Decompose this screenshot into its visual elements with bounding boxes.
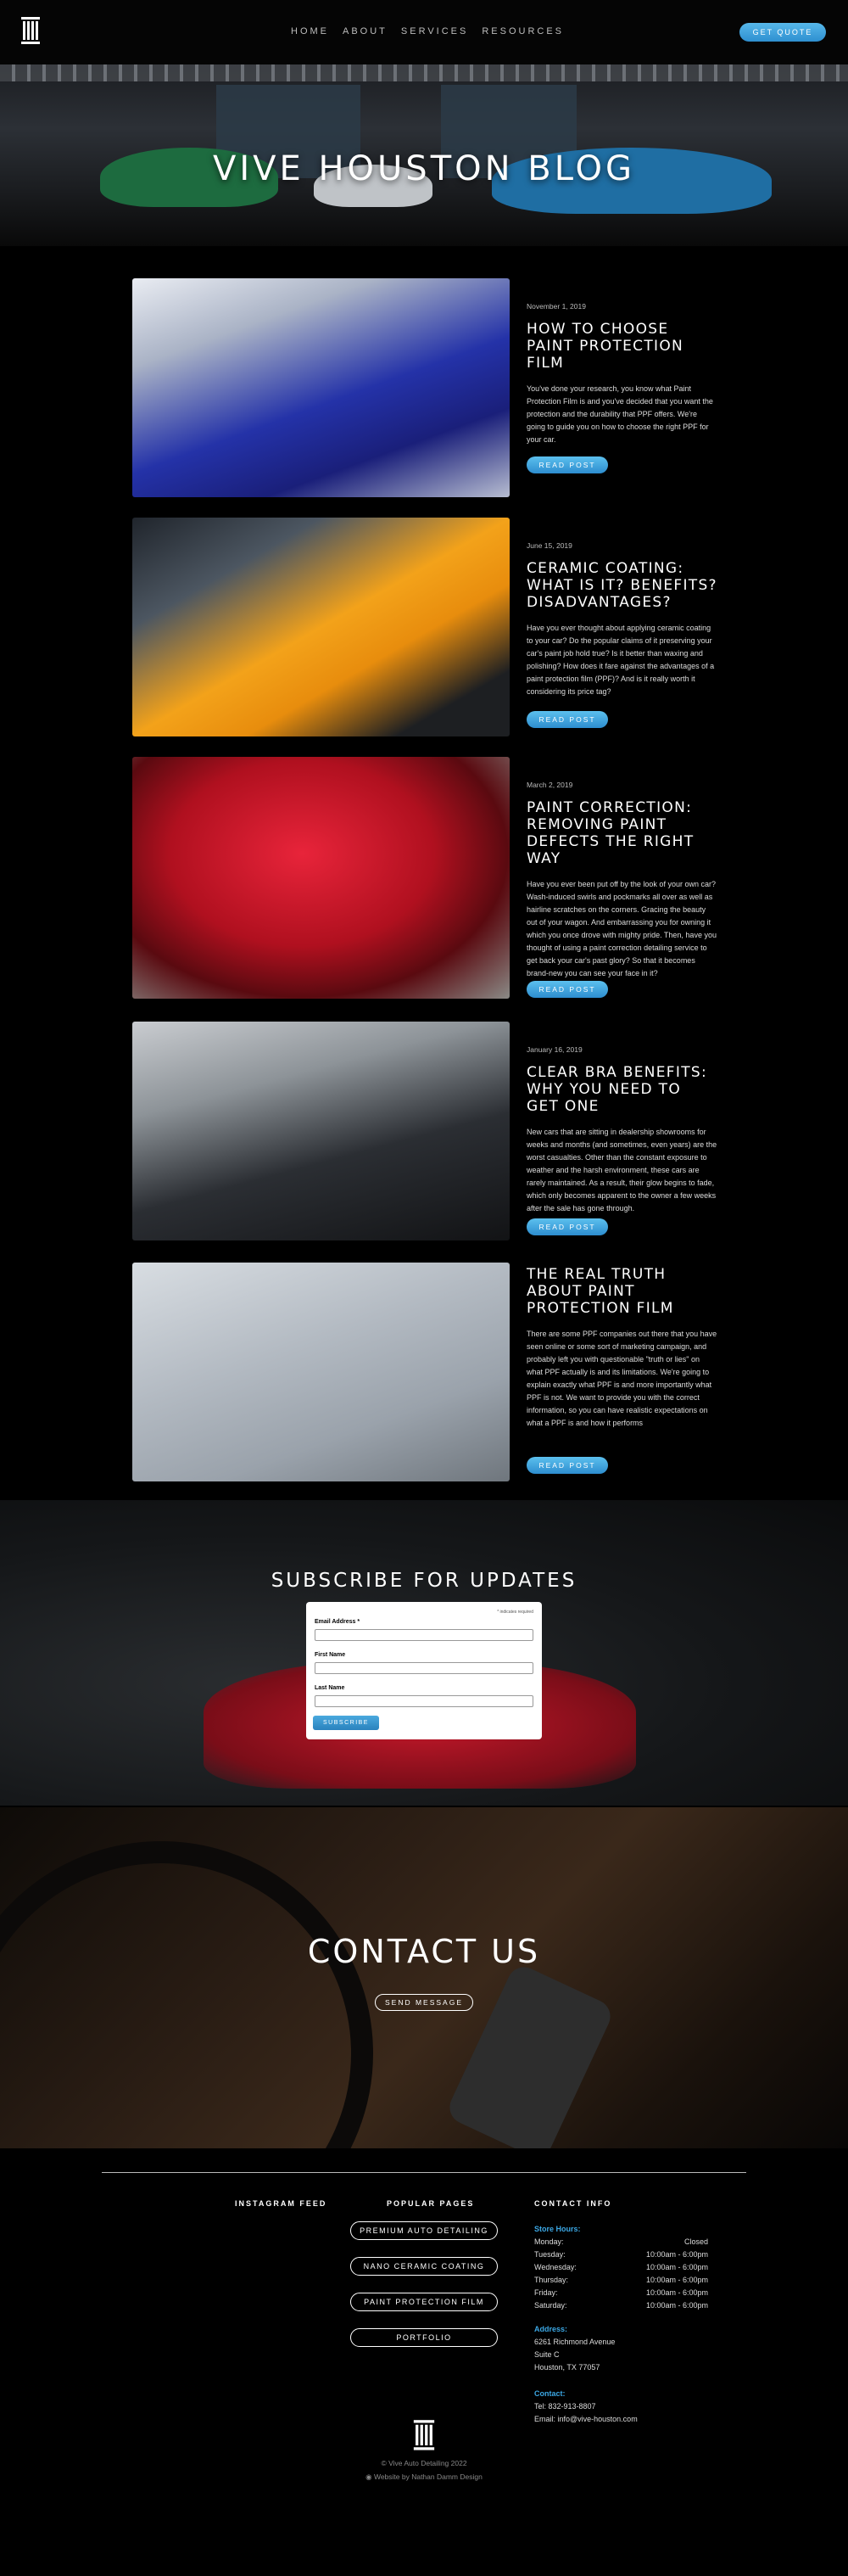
contact-section: CONTACT US SEND MESSAGE bbox=[0, 1807, 848, 2148]
top-nav: HOME ABOUT SERVICES RESOURCES GET QUOTE bbox=[0, 0, 848, 64]
blog-post: June 15, 2019 CERAMIC COATING: WHAT IS I… bbox=[132, 518, 717, 736]
read-post-button[interactable]: READ POST bbox=[527, 456, 608, 473]
post-date: January 16, 2019 bbox=[527, 1045, 583, 1054]
nav-services[interactable]: SERVICES bbox=[401, 26, 468, 36]
post-date: March 2, 2019 bbox=[527, 781, 573, 789]
footer-link-ppf[interactable]: PAINT PROTECTION FILM bbox=[350, 2293, 498, 2311]
blog-post: November 1, 2019 HOW TO CHOOSE PAINT PRO… bbox=[132, 278, 717, 497]
post-title[interactable]: PAINT CORRECTION: REMOVING PAINT DEFECTS… bbox=[527, 799, 717, 867]
steering-wheel bbox=[0, 1841, 373, 2148]
email-field[interactable] bbox=[315, 1629, 533, 1641]
subscribe-section: SUBSCRIBE FOR UPDATES * indicates requir… bbox=[0, 1500, 848, 1806]
address-label: Address: bbox=[534, 2325, 568, 2333]
hero-title: VIVE HOUSTON BLOG bbox=[212, 149, 636, 188]
post-image[interactable] bbox=[132, 518, 510, 736]
read-post-button[interactable]: READ POST bbox=[527, 981, 608, 998]
post-date: June 15, 2019 bbox=[527, 541, 572, 550]
contact-label: Contact: bbox=[534, 2389, 566, 2398]
send-message-button[interactable]: SEND MESSAGE bbox=[375, 1994, 473, 2011]
post-excerpt: New cars that are sitting in dealership … bbox=[527, 1128, 717, 1212]
hours-row: Thursday: 10:00am - 6:00pm bbox=[534, 2276, 708, 2284]
nav-resources[interactable]: RESOURCES bbox=[482, 26, 564, 36]
address-block: Address: 6261 Richmond Avenue Suite C Ho… bbox=[534, 2323, 615, 2374]
instagram-heading: INSTAGRAM FEED bbox=[235, 2199, 327, 2208]
blog-post: March 2, 2019 PAINT CORRECTION: REMOVING… bbox=[132, 757, 717, 999]
blog-post: January 16, 2019 CLEAR BRA BENEFITS: WHY… bbox=[132, 1022, 717, 1240]
hours-row: Wednesday: 10:00am - 6:00pm bbox=[534, 2263, 708, 2271]
contact-title: CONTACT US bbox=[307, 1933, 541, 1970]
hours-row: Monday: Closed bbox=[534, 2237, 708, 2246]
vive-logo[interactable] bbox=[19, 15, 42, 48]
post-excerpt: There are some PPF companies out there t… bbox=[527, 1330, 717, 1427]
ceiling-lights bbox=[0, 64, 848, 81]
email-link[interactable]: Email: info@vive-houston.com bbox=[534, 2413, 638, 2426]
footer-link-ceramic-coating[interactable]: NANO CERAMIC COATING bbox=[350, 2257, 498, 2276]
last-name-field[interactable] bbox=[315, 1695, 533, 1707]
footer-link-premium-detailing[interactable]: PREMIUM AUTO DETAILING bbox=[350, 2221, 498, 2240]
contact-info-heading: CONTACT INFO bbox=[534, 2199, 612, 2208]
post-title[interactable]: CERAMIC COATING: WHAT IS IT? BENEFITS? D… bbox=[527, 560, 717, 611]
email-label: Email Address * bbox=[315, 1619, 360, 1625]
post-excerpt: You've done your research, you know what… bbox=[527, 384, 713, 444]
designer-icon: ◉ bbox=[365, 2472, 374, 2481]
hours-label: Store Hours: bbox=[534, 2225, 581, 2233]
post-excerpt: Have you ever thought about applying cer… bbox=[527, 624, 715, 696]
post-image[interactable] bbox=[132, 278, 510, 497]
read-post-button[interactable]: READ POST bbox=[527, 711, 608, 728]
required-note: * indicates required bbox=[497, 1610, 533, 1615]
main-menu: HOME ABOUT SERVICES RESOURCES bbox=[291, 26, 564, 36]
post-excerpt: Have you ever been put off by the look o… bbox=[527, 880, 717, 977]
hours-row: Saturday: 10:00am - 6:00pm bbox=[534, 2301, 708, 2310]
post-title[interactable]: THE REAL TRUTH ABOUT PAINT PROTECTION FI… bbox=[527, 1266, 717, 1317]
contact-block: Contact: Tel: 832-913-8807 Email: info@v… bbox=[534, 2388, 638, 2426]
post-date: November 1, 2019 bbox=[527, 302, 586, 311]
post-title[interactable]: CLEAR BRA BENEFITS: WHY YOU NEED TO GET … bbox=[527, 1064, 717, 1115]
copyright: © Vive Auto Detailing 2022 bbox=[381, 2459, 467, 2467]
address-line: Suite C bbox=[534, 2350, 560, 2359]
footer: INSTAGRAM FEED POPULAR PAGES CONTACT INF… bbox=[0, 2148, 848, 2576]
first-name-label: First Name bbox=[315, 1652, 346, 1658]
post-image[interactable] bbox=[132, 1022, 510, 1240]
blog-post: THE REAL TRUTH ABOUT PAINT PROTECTION FI… bbox=[132, 1263, 717, 1481]
footer-divider bbox=[102, 2172, 746, 2173]
subscribe-title: SUBSCRIBE FOR UPDATES bbox=[271, 1570, 577, 1592]
hours-row: Friday: 10:00am - 6:00pm bbox=[534, 2288, 708, 2297]
address-line: 6261 Richmond Avenue bbox=[534, 2338, 616, 2346]
subscribe-form: * indicates required Email Address * Fir… bbox=[306, 1602, 542, 1739]
address-line: Houston, TX 77057 bbox=[534, 2363, 600, 2372]
store-hours: Store Hours: Monday: Closed Tuesday: 10:00… bbox=[534, 2223, 708, 2312]
post-image[interactable] bbox=[132, 757, 510, 999]
gear-selector bbox=[444, 1961, 616, 2148]
post-image[interactable] bbox=[132, 1263, 510, 1481]
hours-row: Tuesday: 10:00am - 6:00pm bbox=[534, 2250, 708, 2259]
designer-credit[interactable]: ◉ Website by Nathan Damm Design bbox=[0, 2472, 848, 2482]
footer-link-portfolio[interactable]: PORTFOLIO bbox=[350, 2328, 498, 2347]
popular-pages-heading: POPULAR PAGES bbox=[387, 2199, 475, 2208]
first-name-field[interactable] bbox=[315, 1662, 533, 1674]
read-post-button[interactable]: READ POST bbox=[527, 1457, 608, 1474]
nav-about[interactable]: ABOUT bbox=[343, 26, 388, 36]
read-post-button[interactable]: READ POST bbox=[527, 1218, 608, 1235]
subscribe-button[interactable]: SUBSCRIBE bbox=[313, 1716, 379, 1730]
hero-banner: VIVE HOUSTON BLOG bbox=[0, 64, 848, 246]
post-title[interactable]: HOW TO CHOOSE PAINT PROTECTION FILM bbox=[527, 321, 717, 372]
last-name-label: Last Name bbox=[315, 1685, 345, 1691]
get-quote-button[interactable]: GET QUOTE bbox=[739, 23, 826, 42]
phone-link[interactable]: Tel: 832-913-8807 bbox=[534, 2400, 638, 2413]
footer-logo bbox=[413, 2420, 435, 2450]
nav-home[interactable]: HOME bbox=[291, 26, 329, 36]
